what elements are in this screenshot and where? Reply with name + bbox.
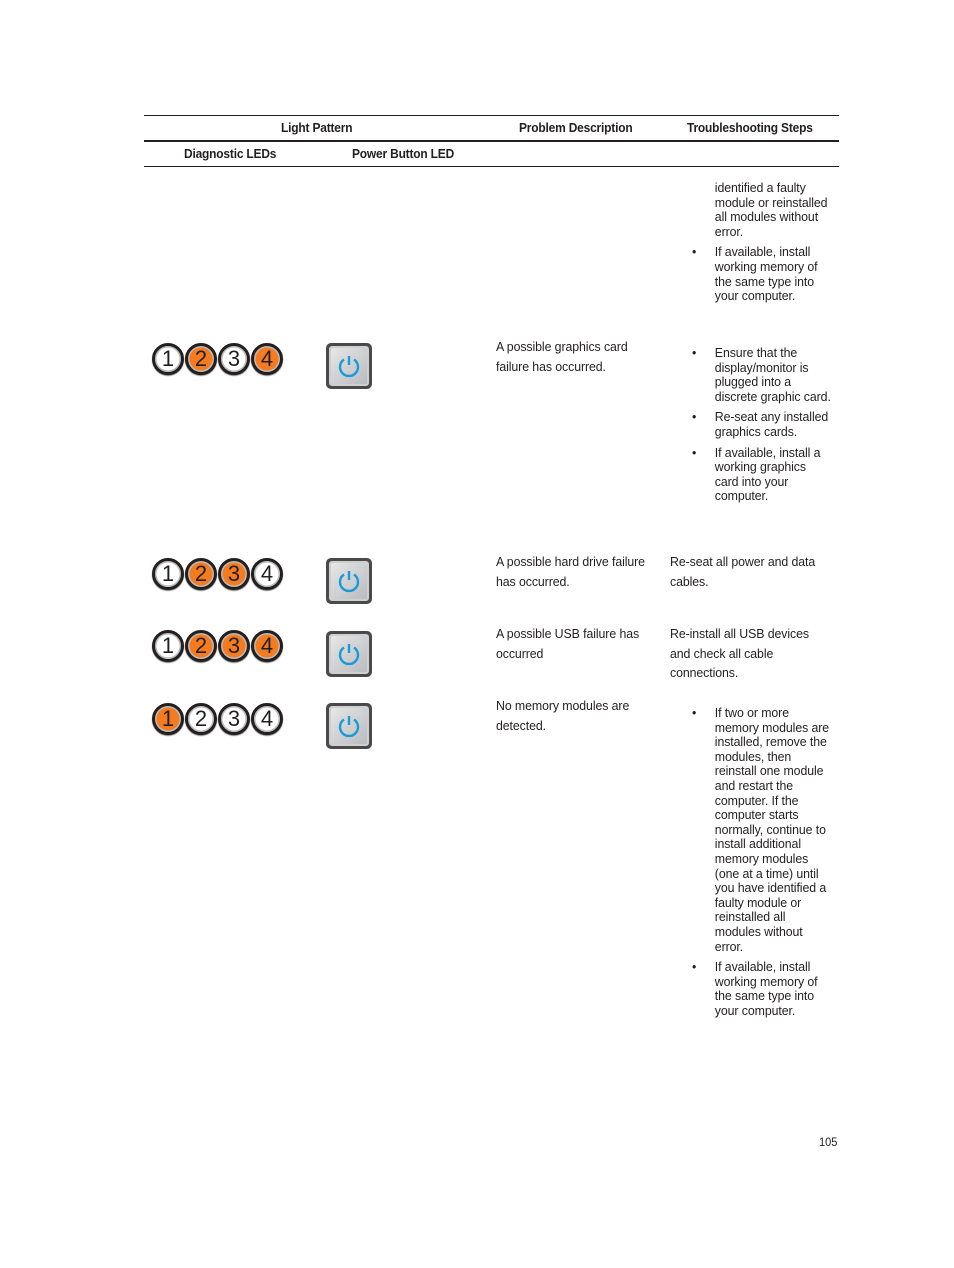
bullet: • — [692, 705, 697, 720]
header-problem-description: Problem Description — [519, 120, 633, 135]
led-1-icon: 1 — [152, 703, 184, 735]
step-item: Ensure that the display/monitor is plugg… — [714, 345, 831, 404]
bullet: • — [692, 959, 697, 975]
diagnostic-leds: 1 2 3 4 — [152, 630, 283, 662]
led-3-icon: 3 — [218, 343, 250, 375]
problem-description: A possible USB failure has occurred — [496, 626, 640, 661]
diagnostic-leds: 1 2 3 4 — [152, 343, 283, 375]
led-4-icon: 4 — [251, 343, 283, 375]
led-2-icon: 2 — [185, 558, 217, 590]
power-icon — [338, 356, 360, 378]
table-subheader-rule — [144, 166, 839, 167]
led-1-icon: 1 — [152, 630, 184, 662]
power-button-led-icon — [326, 703, 372, 749]
led-4-icon: 4 — [251, 558, 283, 590]
problem-description: A possible graphics card failure has occ… — [496, 339, 628, 374]
table-top-rule — [144, 115, 839, 116]
troubleshooting-steps: • Ensure that the display/monitor is plug… — [692, 345, 833, 510]
page-number: 105 — [819, 1135, 838, 1149]
step-item: If two or more memory modules are instal… — [714, 705, 830, 954]
header-troubleshooting-steps: Troubleshooting Steps — [687, 120, 813, 135]
diagnostic-leds: 1 2 3 4 — [152, 703, 283, 735]
step-item: If available, install a working graphics… — [714, 444, 821, 504]
step-item: If available, install working memory of … — [714, 959, 818, 1018]
led-3-icon: 3 — [218, 630, 250, 662]
bullet: • — [692, 244, 697, 260]
diagnostic-leds: 1 2 3 4 — [152, 558, 283, 590]
bullet: • — [692, 444, 697, 460]
header-light-pattern: Light Pattern — [281, 120, 353, 135]
troubleshooting-steps: Re-install all USB devices and check all… — [670, 626, 809, 680]
power-button-led-icon — [326, 631, 372, 677]
led-2-icon: 2 — [185, 630, 217, 662]
led-3-icon: 3 — [218, 703, 250, 735]
power-icon — [338, 571, 360, 593]
step-item: If available, install working memory of … — [714, 244, 818, 304]
led-2-icon: 2 — [185, 703, 217, 735]
led-1-icon: 1 — [152, 558, 184, 590]
step-item: Re-seat any installed graphics cards. — [714, 409, 829, 439]
led-1-icon: 1 — [152, 343, 184, 375]
power-button-led-icon — [326, 343, 372, 389]
bullet: • — [692, 345, 697, 360]
troubleshooting-steps: Re-seat all power and data cables. — [670, 554, 816, 589]
led-4-icon: 4 — [251, 703, 283, 735]
led-2-icon: 2 — [185, 343, 217, 375]
problem-description: No memory modules are detected. — [496, 698, 630, 733]
continued-fragment: identified a faulty module or reinstalle… — [714, 180, 828, 239]
power-icon — [338, 716, 360, 738]
problem-description: A possible hard drive failure has occurr… — [496, 554, 645, 589]
bullet: • — [692, 409, 697, 425]
led-3-icon: 3 — [218, 558, 250, 590]
continued-steps: identified a faulty module or reinstalle… — [692, 180, 833, 310]
power-icon — [338, 644, 360, 666]
header-power-button-led: Power Button LED — [352, 146, 455, 161]
header-diagnostic-leds: Diagnostic LEDs — [184, 146, 277, 161]
troubleshooting-steps: • If two or more memory modules are insta… — [692, 705, 833, 1024]
led-4-icon: 4 — [251, 630, 283, 662]
power-button-led-icon — [326, 558, 372, 604]
table-header-rule — [144, 140, 839, 142]
